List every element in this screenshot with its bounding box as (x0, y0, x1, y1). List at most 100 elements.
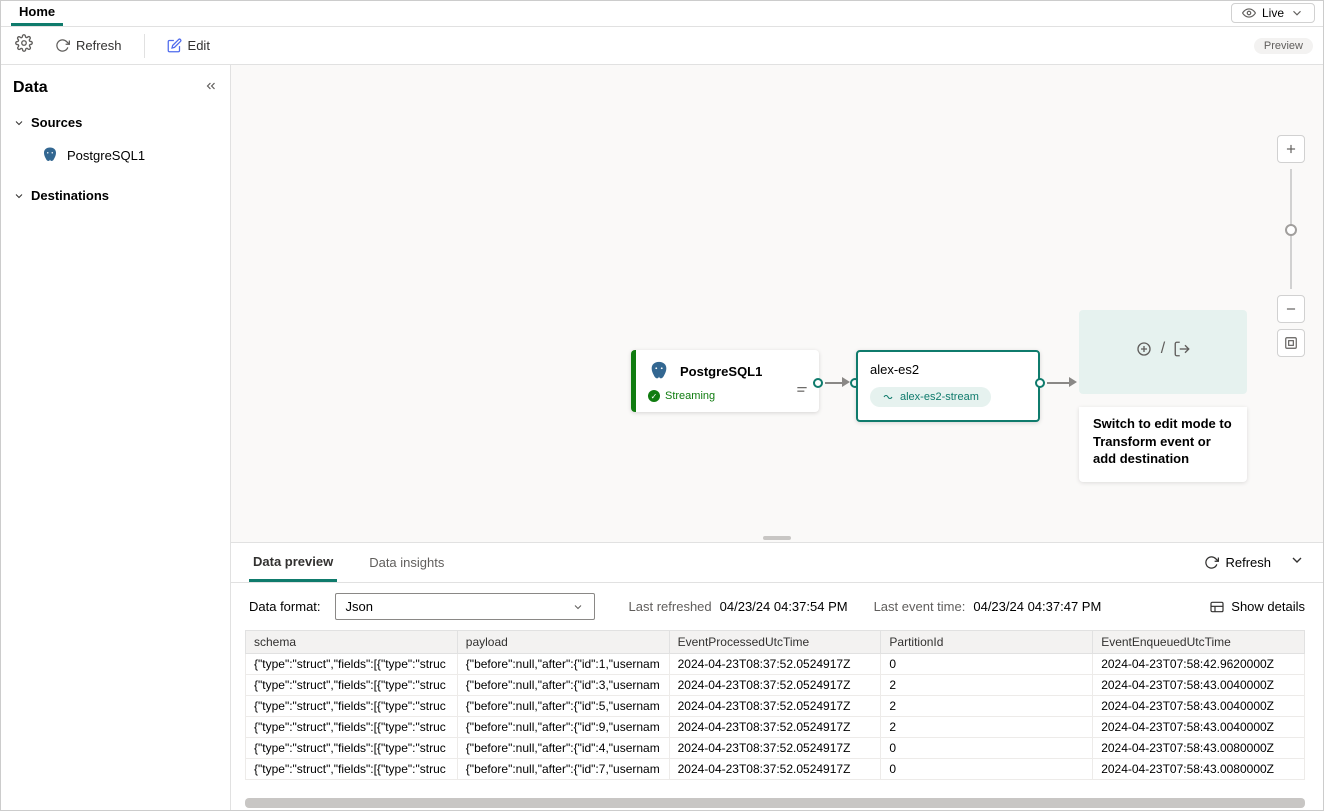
table-cell: 2024-04-23T08:37:52.0524917Z (669, 717, 881, 738)
dest-hint-text: Switch to edit mode to Transform event o… (1079, 407, 1247, 482)
stream-icon (882, 391, 894, 403)
show-details-label: Show details (1231, 599, 1305, 614)
table-cell: 2024-04-23T07:58:43.0040000Z (1093, 696, 1305, 717)
sidebar: Data Sources PostgreSQL1 Destinations (1, 65, 231, 810)
node-menu-button[interactable] (795, 383, 809, 402)
last-event-time: Last event time: 04/23/24 04:37:47 PM (874, 599, 1102, 614)
table-cell: {"before":null,"after":{"id":1,"usernam (457, 654, 669, 675)
col-schema[interactable]: schema (246, 631, 458, 654)
format-value: Json (346, 599, 373, 614)
table-cell: 0 (881, 759, 1093, 780)
table-row[interactable]: {"type":"struct","fields":[{"type":"stru… (246, 717, 1305, 738)
last-refreshed-label: Last refreshed (629, 599, 712, 614)
refresh-label: Refresh (76, 38, 122, 53)
toolbar: Refresh Edit Preview (1, 27, 1323, 65)
zoom-fit-button[interactable] (1277, 329, 1305, 357)
refresh-icon (55, 38, 70, 53)
dest-icons: / (1099, 340, 1227, 358)
format-label: Data format: (249, 599, 321, 614)
bottom-refresh-button[interactable]: Refresh (1204, 555, 1271, 570)
table-cell: 2024-04-23T07:58:43.0040000Z (1093, 675, 1305, 696)
table-row[interactable]: {"type":"struct","fields":[{"type":"stru… (246, 654, 1305, 675)
table-cell: 2024-04-23T08:37:52.0524917Z (669, 696, 881, 717)
sidebar-item-label: PostgreSQL1 (67, 148, 145, 163)
bottom-panel-filters: Data format: Json Last refreshed 04/23/2… (231, 583, 1323, 630)
table-cell: 2024-04-23T07:58:43.0080000Z (1093, 759, 1305, 780)
edit-label: Edit (188, 38, 210, 53)
node-source-status-label: Streaming (665, 390, 715, 402)
sidebar-collapse-button[interactable] (204, 79, 218, 98)
main: Data Sources PostgreSQL1 Destinations (1, 65, 1323, 810)
node-source-label: PostgreSQL1 (680, 364, 762, 379)
plus-icon (1284, 142, 1298, 156)
zoom-controls (1277, 135, 1305, 357)
node-port-out[interactable] (1035, 378, 1045, 388)
last-event-value: 04/23/24 04:37:47 PM (973, 599, 1101, 614)
lines-icon (795, 383, 809, 397)
sidebar-sources-label: Sources (31, 115, 82, 130)
sidebar-destinations-header[interactable]: Destinations (13, 188, 218, 203)
node-source-postgresql1[interactable]: PostgreSQL1 ✓ Streaming (631, 350, 819, 412)
sidebar-item-postgresql1[interactable]: PostgreSQL1 (13, 140, 218, 170)
connector (1047, 382, 1071, 384)
table-cell: 2 (881, 696, 1093, 717)
edit-button[interactable]: Edit (159, 34, 218, 57)
table-cell: 2024-04-23T08:37:52.0524917Z (669, 654, 881, 675)
node-source-status: ✓ Streaming (648, 390, 807, 402)
table-cell: {"before":null,"after":{"id":3,"usernam (457, 675, 669, 696)
node-port-out[interactable] (813, 378, 823, 388)
horizontal-scrollbar[interactable] (245, 798, 1305, 808)
table-cell: 2024-04-23T07:58:42.9620000Z (1093, 654, 1305, 675)
table-cell: 2024-04-23T08:37:52.0524917Z (669, 759, 881, 780)
sidebar-sources-header[interactable]: Sources (13, 115, 218, 130)
last-event-label: Last event time: (874, 599, 966, 614)
bottom-panel-collapse-button[interactable] (1289, 552, 1305, 573)
settings-button[interactable] (11, 30, 37, 61)
zoom-slider[interactable] (1290, 169, 1292, 289)
format-select[interactable]: Json (335, 593, 595, 620)
node-destination-placeholder[interactable]: / (1079, 310, 1247, 394)
canvas[interactable]: PostgreSQL1 ✓ Streaming alex-es2 (231, 65, 1323, 534)
col-processed[interactable]: EventProcessedUtcTime (669, 631, 881, 654)
table-cell: {"before":null,"after":{"id":7,"usernam (457, 759, 669, 780)
data-table: schema payload EventProcessedUtcTime Par… (245, 630, 1305, 780)
refresh-button[interactable]: Refresh (47, 34, 130, 57)
node-source-title: PostgreSQL1 (648, 360, 807, 382)
data-table-wrap[interactable]: schema payload EventProcessedUtcTime Par… (231, 630, 1323, 796)
chevron-down-icon (572, 601, 584, 613)
panel-resize-handle[interactable] (231, 534, 1323, 542)
refresh-icon (1204, 555, 1219, 570)
node-stream-badge-label: alex-es2-stream (900, 391, 979, 403)
canvas-area: PostgreSQL1 ✓ Streaming alex-es2 (231, 65, 1323, 810)
zoom-in-button[interactable] (1277, 135, 1305, 163)
live-button[interactable]: Live (1231, 3, 1315, 23)
postgresql-icon (648, 360, 670, 382)
bottom-panel-tabs: Data preview Data insights Refresh (231, 543, 1323, 583)
postgresql-icon (41, 146, 59, 164)
col-partition[interactable]: PartitionId (881, 631, 1093, 654)
tab-data-preview[interactable]: Data preview (249, 544, 337, 582)
table-row[interactable]: {"type":"struct","fields":[{"type":"stru… (246, 759, 1305, 780)
col-payload[interactable]: payload (457, 631, 669, 654)
table-cell: {"type":"struct","fields":[{"type":"stru… (246, 675, 458, 696)
table-row[interactable]: {"type":"struct","fields":[{"type":"stru… (246, 738, 1305, 759)
table-cell: {"before":null,"after":{"id":5,"usernam (457, 696, 669, 717)
zoom-thumb[interactable] (1285, 224, 1297, 236)
drag-handle-bar (763, 536, 791, 540)
arrow-icon (1069, 377, 1077, 387)
tab-home[interactable]: Home (11, 0, 63, 26)
table-cell: 2024-04-23T08:37:52.0524917Z (669, 738, 881, 759)
node-stream-alex-es2[interactable]: alex-es2 alex-es2-stream (856, 350, 1040, 422)
table-row[interactable]: {"type":"struct","fields":[{"type":"stru… (246, 675, 1305, 696)
table-cell: {"before":null,"after":{"id":9,"usernam (457, 717, 669, 738)
live-label: Live (1262, 6, 1284, 20)
table-row[interactable]: {"type":"struct","fields":[{"type":"stru… (246, 696, 1305, 717)
zoom-out-button[interactable] (1277, 295, 1305, 323)
last-refreshed: Last refreshed 04/23/24 04:37:54 PM (629, 599, 848, 614)
tab-data-insights[interactable]: Data insights (365, 545, 448, 580)
table-cell: 2024-04-23T07:58:43.0080000Z (1093, 738, 1305, 759)
arrow-icon (842, 377, 850, 387)
col-enqueued[interactable]: EventEnqueuedUtcTime (1093, 631, 1305, 654)
tab-bar: Home Live (1, 1, 1323, 27)
show-details-button[interactable]: Show details (1209, 599, 1305, 615)
